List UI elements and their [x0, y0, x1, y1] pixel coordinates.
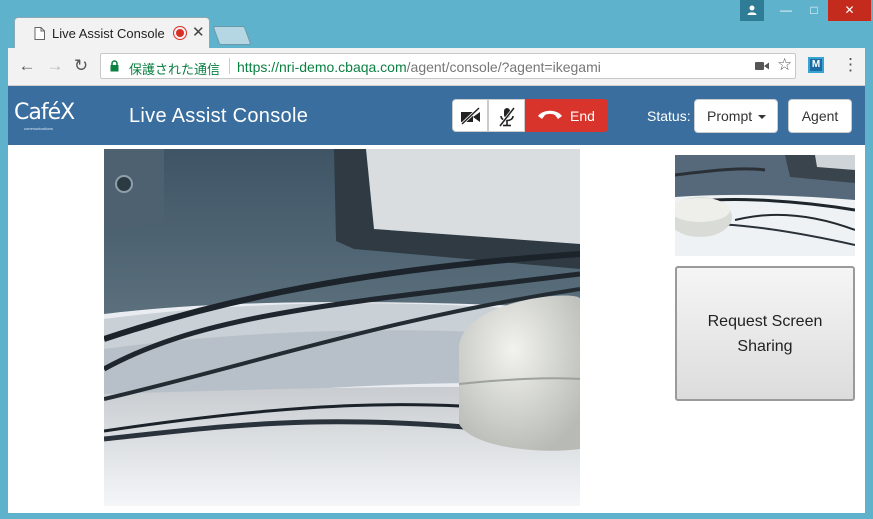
cafex-logo: CaféX communications	[14, 100, 75, 131]
secure-connection-label: 保護された通信	[129, 62, 221, 77]
bookmark-star-icon[interactable]: ☆	[777, 55, 792, 75]
browser-menu-icon[interactable]: ⋮	[842, 55, 859, 75]
caret-down-icon	[758, 115, 766, 119]
reload-icon[interactable]: ↻	[70, 55, 92, 77]
new-tab-button[interactable]	[212, 26, 252, 45]
omnibox-divider	[229, 58, 230, 74]
remote-video-frame	[104, 149, 580, 506]
video-toggle-button[interactable]	[452, 99, 488, 132]
url-path: /agent/console/?agent=ikegami	[406, 59, 601, 75]
mic-off-icon	[498, 107, 516, 127]
url-origin: https://nri-demo.cbaqa.com	[237, 59, 407, 75]
request-screen-sharing-button[interactable]: Request Screen Sharing	[675, 266, 855, 401]
request-screen-sharing-label: Request Screen Sharing	[707, 312, 823, 355]
video-off-icon	[460, 107, 481, 125]
forward-arrow-icon[interactable]: →	[44, 55, 66, 77]
title-bar: Live Assist Console ✕ — □ ✕	[0, 0, 873, 49]
local-video-frame	[675, 155, 855, 256]
app-navbar: CaféX communications Live Assist Console	[8, 86, 865, 145]
tab-close-icon[interactable]: ✕	[192, 23, 205, 41]
page-title: Live Assist Console	[129, 105, 309, 127]
status-value: Prompt	[707, 108, 753, 124]
app-page: CaféX communications Live Assist Console	[8, 86, 865, 513]
tab-title: Live Assist Console	[52, 26, 165, 41]
end-call-button[interactable]: End	[525, 99, 608, 132]
browser-toolbar: ← → ↻ 保護された通信 https://nri-demo.cbaqa.com…	[8, 48, 865, 86]
close-window-button[interactable]: ✕	[828, 0, 871, 21]
end-call-label: End	[570, 108, 595, 124]
remote-video	[104, 149, 580, 506]
extension-icon[interactable]: M	[808, 57, 824, 73]
camera-icon[interactable]	[755, 61, 769, 71]
hang-up-phone-icon	[538, 110, 562, 119]
browser-tab-content: Live Assist Console ✕	[14, 17, 210, 49]
mic-toggle-button[interactable]	[488, 99, 525, 132]
url-text: https://nri-demo.cbaqa.com/agent/console…	[237, 59, 601, 75]
minimize-button[interactable]: —	[772, 0, 800, 21]
agent-button[interactable]: Agent	[788, 99, 852, 133]
logo-subtext: communications	[24, 126, 53, 131]
logo-text: CaféX	[14, 100, 75, 125]
back-arrow-icon[interactable]: ←	[16, 55, 38, 77]
maximize-button[interactable]: □	[800, 0, 828, 21]
lock-icon	[110, 60, 119, 72]
document-icon	[34, 27, 45, 40]
status-label: Status:	[647, 108, 691, 124]
address-bar[interactable]: 保護された通信 https://nri-demo.cbaqa.com/agent…	[100, 53, 796, 79]
user-icon[interactable]	[740, 0, 764, 21]
local-video	[675, 155, 855, 256]
status-dropdown[interactable]: Prompt	[694, 99, 778, 133]
recording-icon	[174, 27, 186, 39]
